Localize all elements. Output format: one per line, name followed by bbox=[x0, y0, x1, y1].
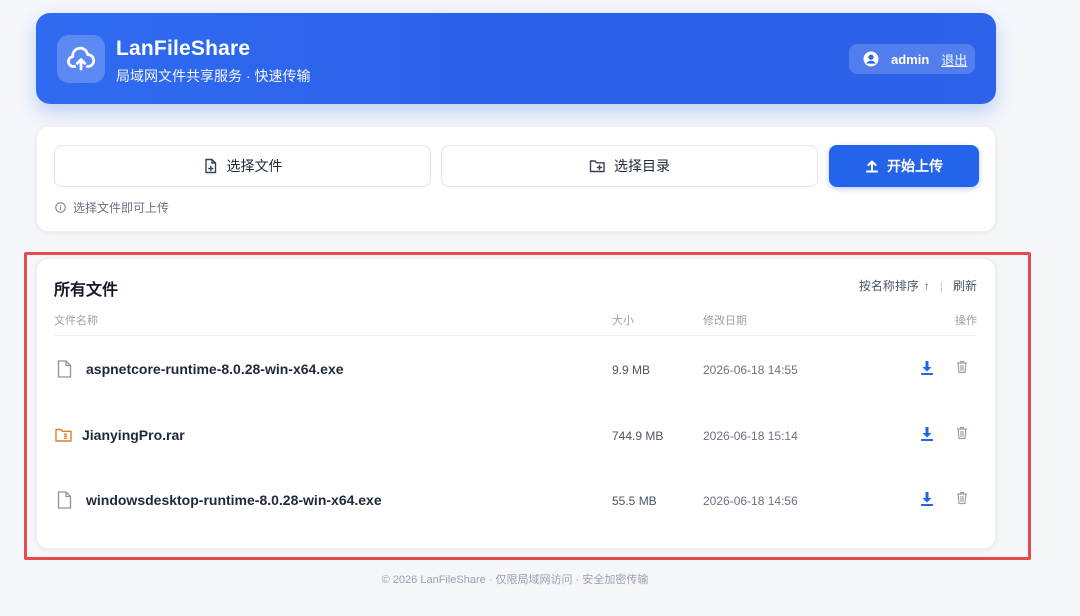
upload-hint-text: 选择文件即可上传 bbox=[73, 201, 170, 215]
app-header: LanFileShare 局域网文件共享服务 · 快速传输 admin 退出 bbox=[36, 13, 996, 104]
page-footer: © 2026 LanFileShare · 仅限局域网访问 · 安全加密传输 bbox=[381, 574, 649, 586]
user-circle-icon bbox=[863, 51, 879, 67]
cloud-upload-icon bbox=[57, 35, 105, 83]
app-title: LanFileShare bbox=[116, 37, 251, 60]
start-upload-button[interactable]: 开始上传 bbox=[829, 145, 979, 187]
info-icon bbox=[55, 202, 66, 213]
file-plus-icon bbox=[203, 158, 219, 174]
logout-link[interactable]: 退出 bbox=[941, 50, 967, 69]
upload-panel: 选择文件 选择目录 开始上传 选择文件即可上传 bbox=[36, 126, 996, 232]
user-menu: admin 退出 bbox=[849, 44, 975, 74]
upload-arrow-icon bbox=[865, 159, 879, 173]
username: admin bbox=[891, 51, 930, 67]
choose-directory-button[interactable]: 选择目录 bbox=[441, 145, 818, 187]
choose-files-label: 选择文件 bbox=[226, 158, 283, 174]
highlight-frame bbox=[24, 252, 1031, 560]
app-subtitle: 局域网文件共享服务 · 快速传输 bbox=[116, 68, 311, 84]
choose-directory-label: 选择目录 bbox=[614, 158, 670, 174]
folder-plus-icon bbox=[589, 158, 606, 174]
start-upload-label: 开始上传 bbox=[887, 158, 943, 174]
upload-hint: 选择文件即可上传 bbox=[55, 199, 169, 216]
choose-files-button[interactable]: 选择文件 bbox=[54, 145, 431, 187]
